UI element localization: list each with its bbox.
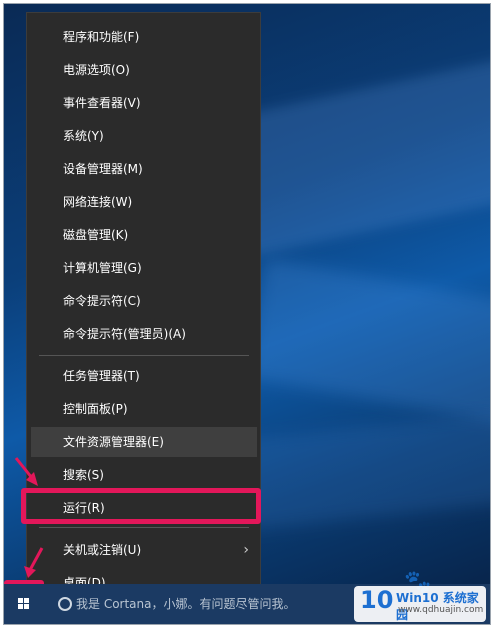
cortana-search-box[interactable]: 我是 Cortana，小娜。有问题尽管问我。 [48,590,348,618]
menu-item-search[interactable]: 搜索(S) [31,460,257,490]
menu-item-device-manager[interactable]: 设备管理器(M) [31,154,257,184]
wallpaper-light-beam [240,408,490,530]
menu-item-label: 关机或注销(U) [63,543,142,557]
menu-item-command-prompt-admin[interactable]: 命令提示符(管理员)(A) [31,319,257,349]
windows-logo-icon[interactable] [10,590,38,618]
menu-item-shutdown-signout[interactable]: 关机或注销(U) › [31,535,257,565]
wallpaper-light-beam [222,52,490,256]
menu-separator [39,355,249,356]
annotation-arrow-icon [14,457,38,486]
watermark-brand-url: www.qdhuajin.com [398,605,484,615]
menu-item-network-connections[interactable]: 网络连接(W) [31,187,257,217]
menu-item-programs-features[interactable]: 程序和功能(F) [31,22,257,52]
menu-item-task-manager[interactable]: 任务管理器(T) [31,361,257,391]
menu-item-event-viewer[interactable]: 事件查看器(V) [31,88,257,118]
wallpaper-light-beam [245,258,490,430]
watermark-logo: 10 Win10 系统家园 www.qdhuajin.com [354,586,486,622]
menu-separator [39,527,249,528]
menu-item-command-prompt[interactable]: 命令提示符(C) [31,286,257,316]
menu-item-computer-management[interactable]: 计算机管理(G) [31,253,257,283]
menu-item-file-explorer[interactable]: 文件资源管理器(E) [31,427,257,457]
cortana-circle-icon [58,597,72,611]
watermark-brand-number: 10 [360,586,394,614]
highlight-box-run [21,488,261,524]
menu-item-control-panel[interactable]: 控制面板(P) [31,394,257,424]
desktop-screenshot: 程序和功能(F) 电源选项(O) 事件查看器(V) 系统(Y) 设备管理器(M)… [3,3,491,625]
cortana-search-text: 我是 Cortana，小娜。有问题尽管问我。 [76,597,296,611]
annotation-arrow-icon [24,547,44,578]
menu-item-system[interactable]: 系统(Y) [31,121,257,151]
chevron-right-icon: › [243,542,249,558]
menu-item-disk-management[interactable]: 磁盘管理(K) [31,220,257,250]
menu-item-power-options[interactable]: 电源选项(O) [31,55,257,85]
